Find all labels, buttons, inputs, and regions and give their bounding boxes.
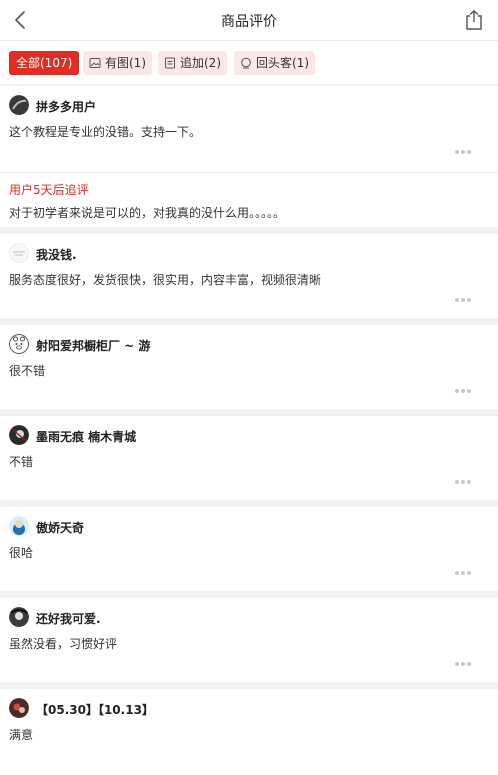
- more-options-icon[interactable]: [455, 571, 471, 575]
- review-text: 服务态度很好，发货很快，很实用，内容丰富，视频很清晰: [9, 273, 322, 287]
- review-username: 【05.30】【10.13】: [36, 703, 154, 717]
- review-card: 射阳爱邦橱柜厂 ~ 游 很不错: [0, 325, 498, 409]
- divider: [0, 172, 498, 173]
- top-bar: 商品评价: [0, 0, 498, 41]
- review-card: 【05.30】【10.13】 满意: [0, 689, 498, 775]
- review-card: 墨雨无痕 楠木青城 不错: [0, 416, 498, 500]
- avatar: [9, 607, 29, 627]
- review-text: 很不错: [9, 364, 46, 378]
- avatar: [9, 243, 29, 263]
- avatar: [9, 334, 29, 354]
- filter-with-images-chip[interactable]: 有图(1): [83, 51, 152, 75]
- review-username: 傲娇天奇: [36, 521, 85, 535]
- filter-with-images-label: 有图(1): [105, 56, 146, 70]
- review-username: 还好我可爱.: [36, 612, 101, 626]
- more-options-icon[interactable]: [455, 662, 471, 666]
- review-card: 我没钱. 服务态度很好，发货很快，很实用，内容丰富，视频很清晰: [0, 234, 498, 318]
- review-card: 傲娇天奇 很哈: [0, 507, 498, 591]
- avatar: [9, 425, 29, 445]
- review-text: 这个教程是专业的没错。支持一下。: [9, 125, 202, 139]
- review-card: 拼多多用户 这个教程是专业的没错。支持一下。 用户5天后追评 对于初学者来说是可…: [0, 86, 498, 227]
- review-username: 拼多多用户: [36, 100, 97, 114]
- filter-followup-label: 追加(2): [180, 56, 221, 70]
- filter-returning-label: 回头客(1): [256, 56, 309, 70]
- review-text: 满意: [9, 728, 34, 742]
- review-username: 我没钱.: [36, 248, 77, 262]
- document-icon: [165, 57, 175, 69]
- avatar: [9, 698, 29, 718]
- review-text: 虽然没看，习惯好评: [9, 637, 118, 651]
- page-title: 商品评价: [221, 14, 277, 30]
- review-card: 还好我可爱. 虽然没看，习惯好评: [0, 598, 498, 682]
- avatar: [9, 95, 29, 115]
- filter-followup-chip[interactable]: 追加(2): [158, 51, 227, 75]
- more-options-icon[interactable]: [455, 150, 471, 154]
- more-options-icon[interactable]: [455, 298, 471, 302]
- returning-customer-icon: [241, 57, 251, 69]
- followup-text: 对于初学者来说是可以的，对我真的没什么用。。。。。: [9, 206, 286, 220]
- review-text: 很哈: [9, 546, 34, 560]
- image-icon: [89, 58, 101, 68]
- review-text: 不错: [9, 455, 34, 469]
- followup-label: 用户5天后追评: [9, 183, 89, 197]
- share-icon[interactable]: [464, 9, 484, 31]
- filter-bar: 全部(107) 有图(1) 追加(2) 回头客(1): [0, 41, 498, 85]
- review-username: 射阳爱邦橱柜厂 ~ 游: [36, 339, 151, 353]
- review-username: 墨雨无痕 楠木青城: [36, 430, 137, 444]
- filter-all-chip[interactable]: 全部(107): [9, 51, 80, 75]
- filter-returning-chip[interactable]: 回头客(1): [234, 51, 315, 75]
- more-options-icon[interactable]: [455, 389, 471, 393]
- more-options-icon[interactable]: [455, 480, 471, 484]
- avatar: [9, 516, 29, 536]
